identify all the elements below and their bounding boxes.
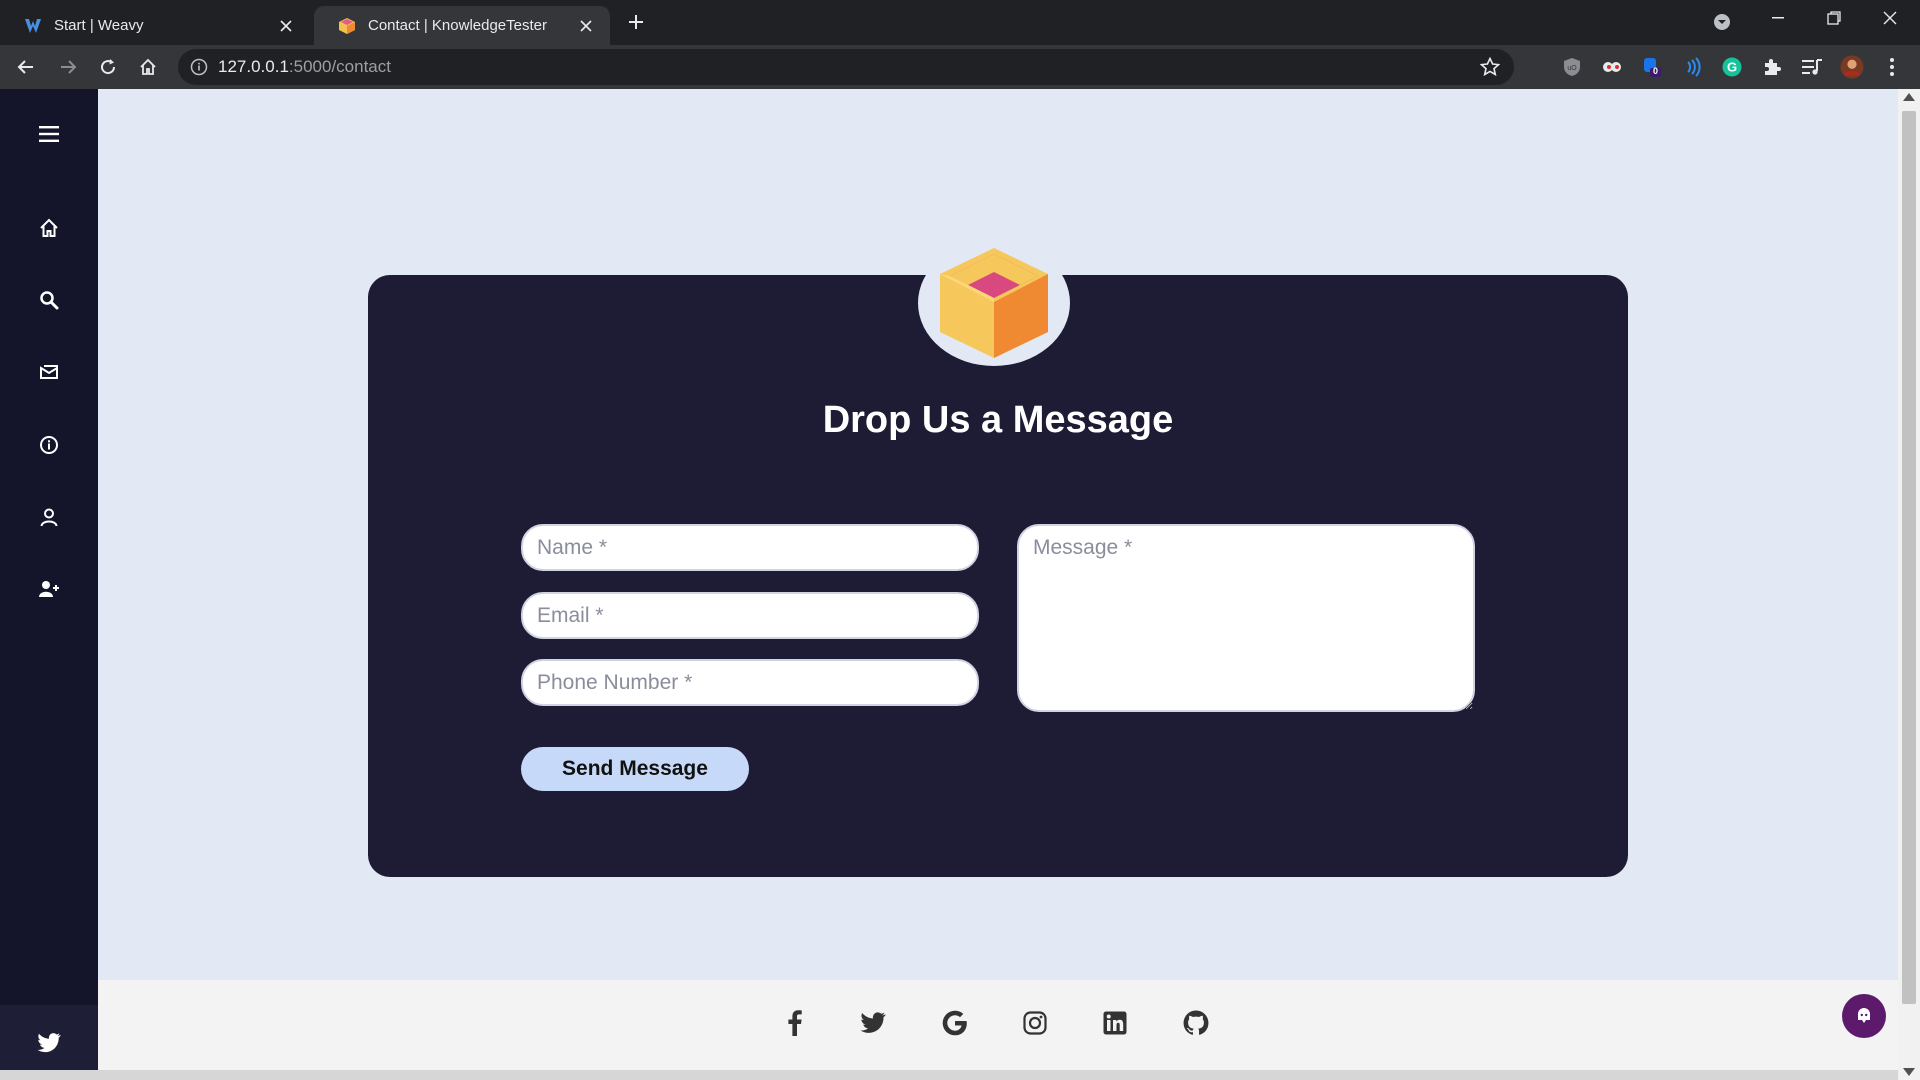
forward-icon[interactable]: [52, 51, 84, 83]
scroll-down-icon[interactable]: [1903, 1068, 1915, 1076]
restore-icon[interactable]: [1806, 0, 1862, 36]
box-logo-icon: [338, 17, 356, 35]
user-plus-icon[interactable]: [29, 569, 69, 609]
instagram-icon[interactable]: [1020, 1008, 1050, 1038]
send-message-button[interactable]: Send Message: [521, 747, 749, 791]
page-title: Drop Us a Message: [822, 399, 1174, 441]
chat-bot-icon: [1858, 1008, 1870, 1023]
reload-icon[interactable]: [92, 51, 124, 83]
ublock-icon[interactable]: uO: [1560, 55, 1584, 79]
home-icon[interactable]: [29, 208, 69, 248]
message-field[interactable]: [1017, 524, 1475, 712]
svg-text:G: G: [1727, 60, 1737, 75]
info-icon[interactable]: [190, 58, 208, 76]
phone-field[interactable]: [521, 659, 979, 706]
browser-menu-icon[interactable]: [1880, 55, 1904, 79]
bookmark-star-icon[interactable]: [1480, 57, 1500, 77]
close-tab-icon[interactable]: [576, 16, 596, 36]
profile-avatar[interactable]: [1840, 55, 1864, 79]
horizontal-scrollbar[interactable]: [0, 1070, 1898, 1080]
back-icon[interactable]: [10, 51, 42, 83]
grammarly-icon[interactable]: G: [1720, 55, 1744, 79]
tab-title: Contact | KnowledgeTester: [368, 17, 547, 34]
browser-tab-strip: Start | Weavy Contact | KnowledgeTester: [0, 0, 1920, 45]
twitter-icon[interactable]: [0, 1005, 98, 1080]
url-host: 127.0.0.1: [218, 57, 289, 76]
browser-toolbar: 127.0.0.1:5000/contact uO 0 G: [0, 45, 1920, 89]
close-tab-icon[interactable]: [276, 16, 296, 36]
box-logo-icon: [940, 248, 1048, 358]
new-tab-icon[interactable]: [622, 8, 650, 36]
github-icon[interactable]: [1181, 1008, 1211, 1038]
eyes-extension-icon[interactable]: [1600, 55, 1624, 79]
weavy-logo-icon: [24, 17, 42, 35]
chat-widget-button[interactable]: [1842, 994, 1886, 1038]
linkedin-icon[interactable]: [1100, 1008, 1130, 1038]
close-window-icon[interactable]: [1862, 0, 1918, 36]
scroll-up-icon[interactable]: [1903, 93, 1915, 101]
user-icon[interactable]: [29, 497, 69, 537]
email-field[interactable]: [521, 592, 979, 639]
tab-title: Start | Weavy: [54, 17, 144, 34]
main-content: Drop Us a Message Send Message: [98, 89, 1898, 980]
scrollbar-thumb[interactable]: [1902, 111, 1916, 1004]
tab-weavy[interactable]: Start | Weavy: [0, 6, 310, 45]
home-browser-icon[interactable]: [132, 51, 164, 83]
extension-badge-count: 0: [1653, 66, 1659, 76]
menu-icon[interactable]: [29, 114, 69, 154]
info-icon[interactable]: [29, 425, 69, 465]
tab-contact[interactable]: Contact | KnowledgeTester: [314, 6, 610, 45]
mail-icon[interactable]: [29, 352, 69, 392]
sidebar: [0, 89, 98, 1080]
address-bar[interactable]: 127.0.0.1:5000/contact: [178, 49, 1514, 85]
url-path: :5000/contact: [288, 57, 391, 76]
box-logo: [918, 240, 1070, 366]
google-icon[interactable]: [940, 1008, 970, 1038]
media-control-icon[interactable]: [1800, 55, 1824, 79]
footer: [98, 980, 1898, 1070]
name-field[interactable]: [521, 524, 979, 571]
facebook-icon[interactable]: [780, 1008, 810, 1038]
tab-search-icon[interactable]: [1710, 10, 1734, 34]
extensions-puzzle-icon[interactable]: [1760, 55, 1784, 79]
twitter-icon[interactable]: [858, 1008, 888, 1038]
minimize-icon[interactable]: [1750, 0, 1806, 36]
vertical-scrollbar[interactable]: [1898, 89, 1920, 1080]
read-aloud-icon[interactable]: [1680, 55, 1704, 79]
search-icon[interactable]: [29, 280, 69, 320]
svg-text:uO: uO: [1567, 65, 1577, 72]
badge-extension-icon[interactable]: 0: [1640, 55, 1664, 79]
